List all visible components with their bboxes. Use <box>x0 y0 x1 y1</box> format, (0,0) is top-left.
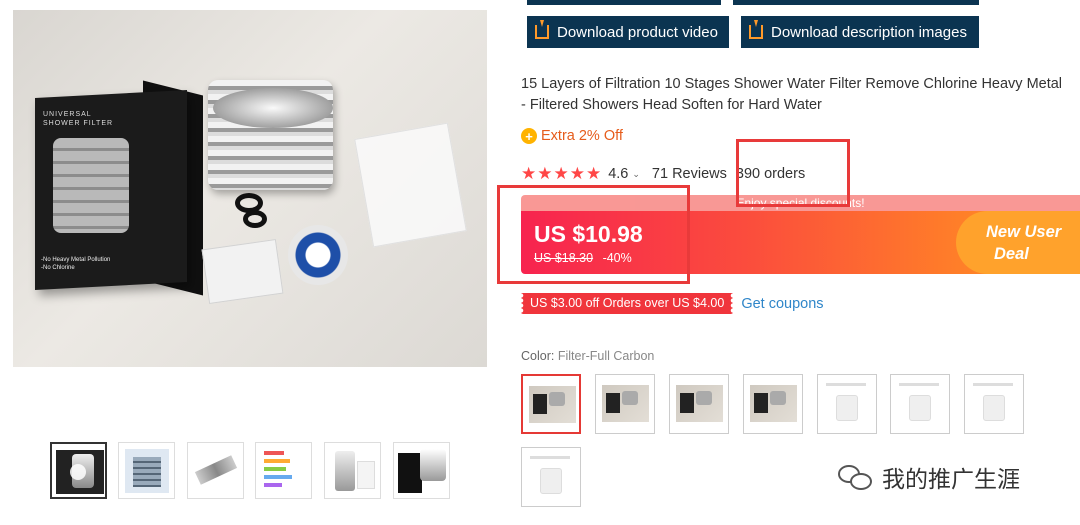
new-user-deal-badge[interactable]: New User Deal <box>956 211 1080 274</box>
download-icon <box>535 20 549 39</box>
swatch-photo <box>602 385 649 422</box>
thumbnail-4[interactable] <box>255 442 312 499</box>
color-swatch-2[interactable] <box>595 374 655 434</box>
thumbnail-2[interactable] <box>118 442 175 499</box>
swatch-photo <box>750 385 797 422</box>
color-swatch-6[interactable] <box>890 374 950 434</box>
swatch-caption <box>973 383 1013 386</box>
instruction-paper <box>201 239 284 304</box>
top-bar-fragment-2 <box>733 0 979 5</box>
color-label-text: Color: <box>521 349 555 363</box>
rating-value[interactable]: 4.6 <box>608 166 628 182</box>
download-video-button[interactable]: Download product video <box>527 16 729 48</box>
swatch-cartridge <box>983 395 1005 421</box>
swatch-cartridge <box>836 395 858 421</box>
extra-discount-label: Extra 2% Off <box>541 128 623 144</box>
color-swatch-7[interactable] <box>964 374 1024 434</box>
box-brand-line2: SHOWER FILTER <box>43 120 114 127</box>
thumbnail-1[interactable] <box>50 442 107 499</box>
coupon-badge: US $3.00 off Orders over US $4.00 <box>521 293 734 314</box>
box-bottom-line2: -No Chlorine <box>41 265 75 271</box>
rubber-ring-2 <box>243 210 267 228</box>
extra-discount[interactable]: Extra 2% Off <box>521 128 623 144</box>
download-images-button[interactable]: Download description images <box>741 16 979 48</box>
chrome-filter-top <box>213 88 333 128</box>
plastic-bag <box>354 122 467 248</box>
star-rating-icon: ★★★★★ <box>521 164 603 183</box>
price-annotation-box <box>497 185 690 284</box>
box-filter-graphic <box>53 138 129 233</box>
swatch-cartridge <box>540 468 562 494</box>
box-bottom-line1: -No Heavy Metal Pollution <box>41 257 111 263</box>
color-label: Color: Filter-Full Carbon <box>521 349 654 363</box>
download-images-label: Download description images <box>771 23 967 41</box>
swatch-caption <box>899 383 939 386</box>
title-line-2: - Filtered Showers Head Soften for Hard … <box>521 97 822 113</box>
box-brand-line1: UNIVERSAL <box>43 111 92 118</box>
color-swatch-5[interactable] <box>817 374 877 434</box>
color-swatch-3[interactable] <box>669 374 729 434</box>
box-bottom-text: -No Heavy Metal Pollution -No Chlorine <box>41 256 110 272</box>
reviews-link[interactable]: 71 Reviews <box>652 166 727 182</box>
orders-annotation-box <box>736 139 850 207</box>
get-coupons-link[interactable]: Get coupons <box>741 296 823 312</box>
swatch-photo <box>676 385 723 422</box>
teflon-tape <box>288 225 348 285</box>
color-swatch-4[interactable] <box>743 374 803 434</box>
plus-coin-icon <box>521 128 537 144</box>
deal-line-1: New User <box>986 223 1062 241</box>
chevron-down-icon[interactable]: ⌄ <box>632 169 640 180</box>
swatch-cartridge <box>909 395 931 421</box>
color-swatch-8[interactable] <box>521 447 581 507</box>
box-brand-text: UNIVERSAL SHOWER FILTER <box>43 110 113 128</box>
coupon-row: US $3.00 off Orders over US $4.00 Get co… <box>521 293 824 314</box>
wechat-icon <box>838 463 874 491</box>
color-selected-value: Filter-Full Carbon <box>557 349 655 363</box>
swatch-caption <box>530 456 570 459</box>
play-icon <box>70 464 86 480</box>
thumbnail-3[interactable] <box>187 442 244 499</box>
thumbnail-6[interactable] <box>393 442 450 499</box>
swatch-caption <box>826 383 866 386</box>
main-product-image[interactable]: UNIVERSAL SHOWER FILTER -No Heavy Metal … <box>13 10 487 367</box>
color-swatch-1[interactable] <box>521 374 581 434</box>
watermark-text: 我的推广生涯 <box>882 467 1020 493</box>
top-bar-fragment-1 <box>527 0 721 5</box>
download-icon <box>749 20 763 39</box>
swatch-photo <box>529 386 576 423</box>
download-video-label: Download product video <box>557 23 718 41</box>
thumbnail-5[interactable] <box>324 442 381 499</box>
deal-line-2: Deal <box>994 245 1029 263</box>
product-title: 15 Layers of Filtration 10 Stages Shower… <box>521 74 1080 116</box>
title-line-1: 15 Layers of Filtration 10 Stages Shower… <box>521 76 1063 92</box>
watermark: 我的推广生涯 <box>838 460 1020 494</box>
